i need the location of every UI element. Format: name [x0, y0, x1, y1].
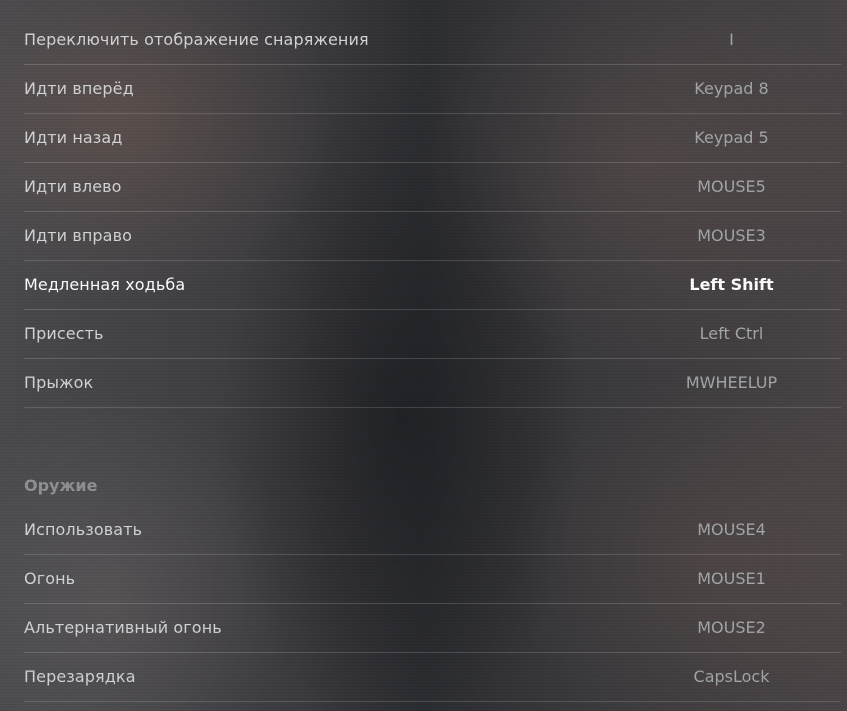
action-label: Присесть: [24, 324, 104, 343]
keybind-row-use[interactable]: Использовать MOUSE4: [24, 506, 841, 555]
key-binding-button[interactable]: I: [614, 30, 847, 49]
keybind-row-move-left[interactable]: Идти влево MOUSE5: [24, 163, 841, 212]
action-label: Перезарядка: [24, 667, 136, 686]
keybinding-list: Переключить отображение снаряжения I Идт…: [24, 16, 841, 702]
keybind-row-jump[interactable]: Прыжок MWHEELUP: [24, 359, 841, 408]
keybind-row-alt-fire[interactable]: Альтернативный огонь MOUSE2: [24, 604, 841, 653]
key-binding-button[interactable]: MOUSE5: [614, 177, 847, 196]
action-label: Прыжок: [24, 373, 94, 392]
keybind-row-fire[interactable]: Огонь MOUSE1: [24, 555, 841, 604]
keybind-row-move-back[interactable]: Идти назад Keypad 5: [24, 114, 841, 163]
key-binding-button[interactable]: Keypad 8: [614, 79, 847, 98]
key-binding-button[interactable]: MOUSE3: [614, 226, 847, 245]
action-label: Огонь: [24, 569, 76, 588]
action-label: Идти назад: [24, 128, 123, 147]
key-binding-button[interactable]: CapsLock: [614, 667, 847, 686]
action-label: Медленная ходьба: [24, 275, 186, 294]
action-label: Переключить отображение снаряжения: [24, 30, 369, 49]
section-title: Оружие: [24, 476, 98, 495]
key-binding-button[interactable]: Left Shift: [614, 275, 847, 294]
action-label: Использовать: [24, 520, 143, 539]
key-binding-button[interactable]: Keypad 5: [614, 128, 847, 147]
action-label: Идти вперёд: [24, 79, 134, 98]
key-binding-button[interactable]: MOUSE2: [614, 618, 847, 637]
keybind-row-move-forward[interactable]: Идти вперёд Keypad 8: [24, 65, 841, 114]
keybind-row-walk[interactable]: Медленная ходьба Left Shift: [24, 261, 841, 310]
keybind-row-toggle-gear[interactable]: Переключить отображение снаряжения I: [24, 16, 841, 65]
key-binding-button[interactable]: MOUSE1: [614, 569, 847, 588]
key-binding-button[interactable]: Left Ctrl: [614, 324, 847, 343]
key-binding-button[interactable]: MWHEELUP: [614, 373, 847, 392]
weapons-section-header: Оружие: [24, 458, 841, 506]
keybind-row-crouch[interactable]: Присесть Left Ctrl: [24, 310, 841, 359]
action-label: Идти влево: [24, 177, 122, 196]
keybind-row-reload[interactable]: Перезарядка CapsLock: [24, 653, 841, 702]
action-label: Альтернативный огонь: [24, 618, 222, 637]
keybind-row-move-right[interactable]: Идти вправо MOUSE3: [24, 212, 841, 261]
key-binding-button[interactable]: MOUSE4: [614, 520, 847, 539]
action-label: Идти вправо: [24, 226, 133, 245]
